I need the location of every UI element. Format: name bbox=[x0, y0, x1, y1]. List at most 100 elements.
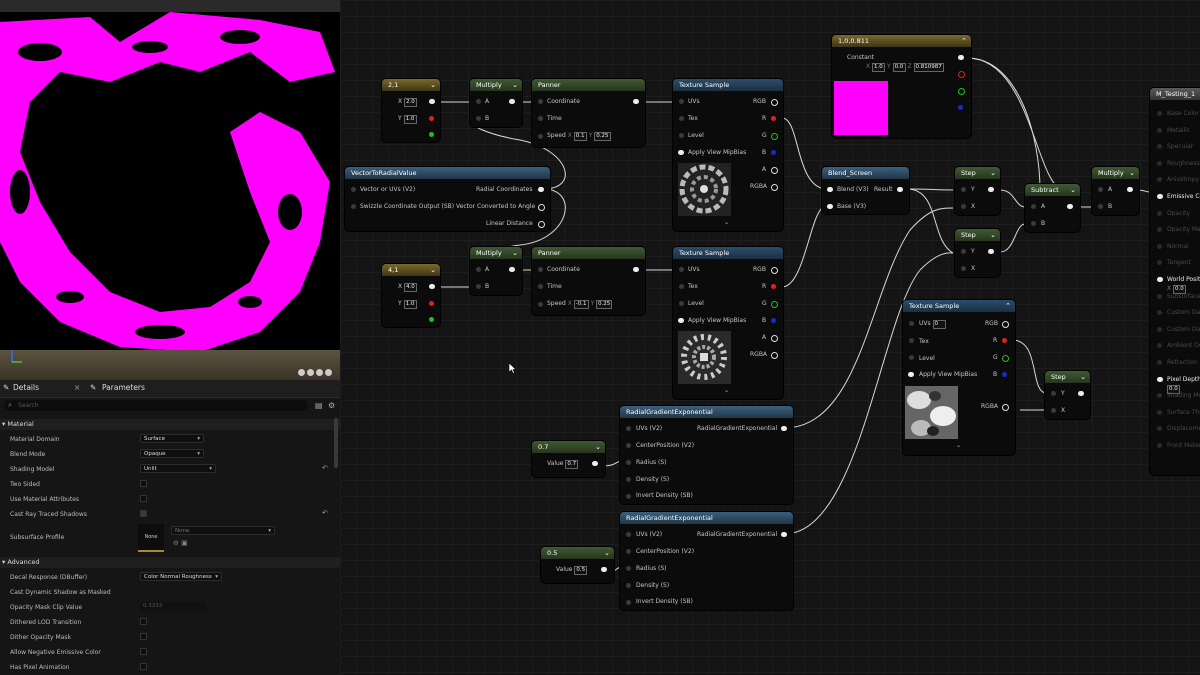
input-pin[interactable] bbox=[626, 477, 631, 482]
cylinder-icon[interactable] bbox=[307, 369, 314, 376]
material-input-pin[interactable] bbox=[1157, 293, 1162, 299]
texture-sample-node-3[interactable]: Texture Sample ⌃ UVs 0 Tex Level Apply Vi… bbox=[903, 300, 1015, 455]
constant2vector-node-a[interactable]: 2,1 ⌄ X 2.0 Y 1.0 bbox=[382, 79, 440, 142]
input-pin[interactable] bbox=[626, 460, 631, 465]
output-pin[interactable] bbox=[771, 99, 778, 106]
expand-icon[interactable]: ⌄ bbox=[956, 442, 961, 449]
input-pin[interactable] bbox=[909, 321, 914, 326]
multiply-node-1[interactable]: Multiply ⌄ A B bbox=[470, 79, 522, 127]
output-pin[interactable] bbox=[633, 99, 639, 104]
output-pin[interactable] bbox=[538, 187, 544, 192]
panner-node-1[interactable]: Panner Coordinate Time Speed X 0.1 Y 0.2… bbox=[532, 79, 645, 147]
material-input-pin[interactable] bbox=[1157, 310, 1162, 316]
step-node-1[interactable]: Step ⌄ Y X bbox=[955, 167, 1000, 215]
value-field[interactable]: Value 0.5 bbox=[556, 566, 588, 575]
vector-to-radial-node[interactable]: VectorToRadialValue Vector or UVs (V2) S… bbox=[345, 167, 550, 231]
x-field[interactable]: X 4.0 bbox=[398, 283, 418, 292]
material-domain-select[interactable]: Surface bbox=[140, 434, 204, 444]
speed-field[interactable]: Speed X 0.1 Y 0.25 bbox=[547, 132, 611, 141]
value-field[interactable]: Value 0.7 bbox=[547, 460, 579, 469]
material-input-pin[interactable] bbox=[1157, 227, 1162, 233]
subsurface-thumbnail[interactable]: None bbox=[138, 524, 164, 552]
gear-icon[interactable]: ⚙ bbox=[328, 401, 335, 410]
input-pin[interactable] bbox=[679, 301, 684, 306]
cast-ray-traced-shadows-checkbox[interactable] bbox=[140, 510, 147, 517]
input-pin[interactable] bbox=[961, 187, 966, 192]
input-pin[interactable] bbox=[476, 116, 481, 121]
speed-field[interactable]: Speed X -0.1 Y 0.25 bbox=[547, 300, 613, 309]
close-icon[interactable]: × bbox=[74, 383, 80, 392]
xyz-fields[interactable]: X 1.0 Y 0.0 Z 0.810987 bbox=[866, 63, 944, 72]
output-pin[interactable] bbox=[781, 532, 787, 537]
output-pin[interactable] bbox=[1127, 187, 1133, 192]
input-pin[interactable] bbox=[476, 267, 481, 272]
multiply-node-2[interactable]: Multiply ⌄ A B bbox=[470, 247, 522, 295]
radial-gradient-node-1[interactable]: RadialGradientExponential UVs (V2) Cente… bbox=[620, 406, 793, 504]
input-pin[interactable] bbox=[626, 426, 631, 431]
input-pin[interactable] bbox=[679, 116, 684, 121]
texture-sample-node-2[interactable]: Texture Sample UVs Tex Level Apply View … bbox=[673, 247, 783, 399]
output-pin-b[interactable] bbox=[771, 318, 776, 323]
input-pin[interactable] bbox=[679, 99, 684, 104]
output-pin[interactable] bbox=[988, 249, 994, 254]
output-pin-r[interactable] bbox=[771, 116, 776, 121]
output-pin-b[interactable] bbox=[958, 105, 963, 110]
reset-icon[interactable]: ↶ bbox=[322, 509, 328, 517]
blend-mode-select[interactable]: Opaque bbox=[140, 449, 204, 459]
material-graph-canvas[interactable]: 2,1 ⌄ X 2.0 Y 1.0 4,1 ⌄ X 4.0 Y 1.0 Multip… bbox=[340, 0, 1200, 675]
output-pin-g[interactable] bbox=[958, 88, 965, 95]
material-input-pin[interactable] bbox=[1157, 160, 1162, 166]
material-input-pin[interactable] bbox=[1157, 277, 1163, 282]
input-pin[interactable] bbox=[909, 355, 914, 360]
material-preview-viewport[interactable] bbox=[0, 0, 340, 380]
output-pin[interactable] bbox=[897, 187, 903, 192]
material-input-pin[interactable] bbox=[1157, 326, 1162, 332]
output-pin[interactable] bbox=[429, 99, 435, 104]
input-pin[interactable] bbox=[626, 566, 631, 571]
material-input-pin[interactable] bbox=[1157, 343, 1162, 349]
output-pin-g[interactable] bbox=[429, 317, 434, 322]
section-material[interactable]: ▾ Material bbox=[0, 419, 340, 430]
output-pin[interactable] bbox=[509, 99, 515, 104]
material-input-pin[interactable] bbox=[1157, 194, 1163, 199]
opacity-mask-clip-field[interactable]: 0.3333 bbox=[140, 602, 206, 611]
tab-details[interactable]: Details bbox=[13, 383, 39, 392]
scalar-node-0-7[interactable]: 0.7 ⌄ Value 0.7 bbox=[532, 441, 605, 477]
material-output-node[interactable]: M_Testing_1 Base Color Metallic Specular Ro… bbox=[1150, 88, 1200, 475]
output-pin-rgba[interactable] bbox=[771, 352, 778, 359]
table-view-icon[interactable]: ▤ bbox=[315, 401, 323, 410]
details-scrollbar[interactable] bbox=[334, 418, 338, 468]
panner-node-2[interactable]: Panner Coordinate Time Speed X -0.1 Y 0.… bbox=[532, 247, 645, 315]
input-pin[interactable] bbox=[351, 187, 356, 192]
material-input-pin[interactable] bbox=[1157, 144, 1162, 150]
material-input-pin[interactable] bbox=[1157, 409, 1162, 415]
input-pin[interactable] bbox=[1098, 204, 1103, 209]
step-node-3[interactable]: Step ⌄ Y X bbox=[1045, 371, 1090, 419]
input-pin[interactable] bbox=[1051, 408, 1056, 413]
output-pin[interactable] bbox=[538, 204, 545, 211]
output-pin[interactable] bbox=[592, 461, 598, 466]
material-input-pin[interactable] bbox=[1157, 111, 1162, 116]
input-pin[interactable] bbox=[679, 284, 684, 289]
input-pin[interactable] bbox=[476, 284, 481, 289]
x-field[interactable]: X 2.0 bbox=[398, 98, 418, 107]
input-pin[interactable] bbox=[679, 267, 684, 272]
uvs-field[interactable]: UVs 0 bbox=[919, 320, 946, 329]
output-pin-g[interactable] bbox=[1002, 355, 1009, 362]
search-input[interactable]: ⌕ Search bbox=[4, 400, 308, 411]
input-pin[interactable] bbox=[538, 99, 543, 104]
texture-sample-node-1[interactable]: Texture Sample UVs Tex Level Apply View … bbox=[673, 79, 783, 231]
input-pin[interactable] bbox=[679, 133, 684, 138]
y-field[interactable]: Y 1.0 bbox=[398, 300, 417, 309]
output-pin-r[interactable] bbox=[958, 71, 965, 78]
input-pin[interactable] bbox=[678, 150, 684, 155]
output-pin[interactable] bbox=[1002, 321, 1009, 328]
y-field[interactable]: Y 1.0 bbox=[398, 115, 417, 124]
material-input-pin[interactable] bbox=[1157, 443, 1162, 448]
material-input-pin[interactable] bbox=[1157, 426, 1162, 432]
use-material-attributes-checkbox[interactable] bbox=[140, 495, 147, 502]
output-pin-g[interactable] bbox=[429, 132, 434, 137]
output-pin-r[interactable] bbox=[771, 284, 776, 289]
output-pin-r[interactable] bbox=[429, 116, 434, 121]
output-pin-b[interactable] bbox=[771, 150, 776, 155]
